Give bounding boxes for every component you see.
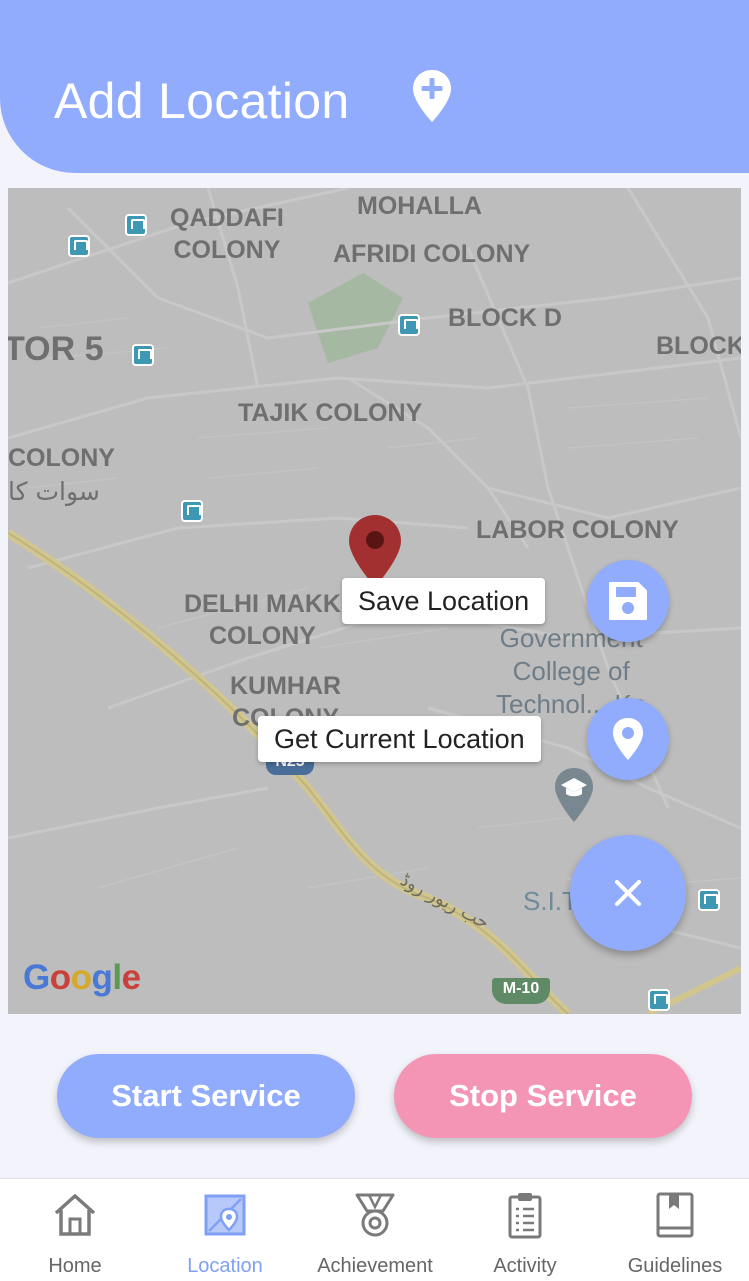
bus-stop-icon[interactable] [125,214,147,236]
map-area-label: QADDAFI COLONY [170,204,284,264]
save-location-label[interactable]: Save Location [342,578,546,624]
nav-item-home[interactable]: Home [0,1179,150,1281]
page-title: Add Location [54,73,350,129]
bus-stop-icon[interactable] [68,235,90,257]
start-service-button[interactable]: Start Service [57,1054,355,1138]
school-poi-icon[interactable] [553,766,595,824]
map-area-label: COLONY [8,444,115,472]
nav-label: Home [48,1255,102,1277]
map-location-icon [204,1194,246,1236]
get-current-location-button[interactable] [587,698,669,780]
home-icon [54,1194,96,1236]
bus-stop-icon[interactable] [132,344,154,366]
map-area-label: DELHI MAKK COLONY [184,590,341,650]
bus-stop-icon[interactable] [181,500,203,522]
bus-stop-icon[interactable] [648,989,670,1011]
app-header: Add Location [0,0,749,173]
nav-item-location[interactable]: Location [150,1179,300,1281]
map-area-label: LABOR COLONY [476,516,679,544]
nav-item-achievement[interactable]: Achievement [300,1179,450,1281]
selected-location-pin-icon[interactable] [348,514,402,588]
save-location-button[interactable] [587,560,669,642]
bottom-navigation: Home Location Achievement Activity Guide… [0,1178,749,1281]
map-area-label: AFRIDI COLONY [333,240,531,268]
floppy-disk-icon [609,582,647,620]
bus-stop-icon[interactable] [398,314,420,336]
map-area-label: سوات کا [8,477,100,506]
map-area-label: MOHALLA [357,192,482,220]
add-location-icon[interactable] [411,68,453,124]
close-fab-menu-button[interactable] [570,835,686,951]
map-area-label: TAJIK COLONY [238,399,423,427]
google-logo: Google [23,958,141,997]
map-area-label: BLOCK [656,332,741,360]
map-area-label: TOR 5 [8,330,104,368]
highway-shield: M-10 [492,978,550,1004]
nav-label: Guidelines [627,1255,723,1277]
map-area-label: BLOCK D [448,304,562,332]
nav-label: Achievement [317,1255,433,1277]
clipboard-icon [508,1193,542,1239]
location-pin-icon [613,718,643,760]
nav-item-activity[interactable]: Activity [450,1179,600,1281]
nav-item-guidelines[interactable]: Guidelines [600,1179,749,1281]
nav-label: Activity [493,1255,557,1277]
nav-label: Location [187,1255,263,1277]
get-current-location-label[interactable]: Get Current Location [258,716,541,762]
stop-service-button[interactable]: Stop Service [394,1054,692,1138]
medal-icon [355,1193,395,1237]
close-icon [615,880,641,906]
book-icon [656,1192,694,1238]
bus-stop-icon[interactable] [698,889,720,911]
